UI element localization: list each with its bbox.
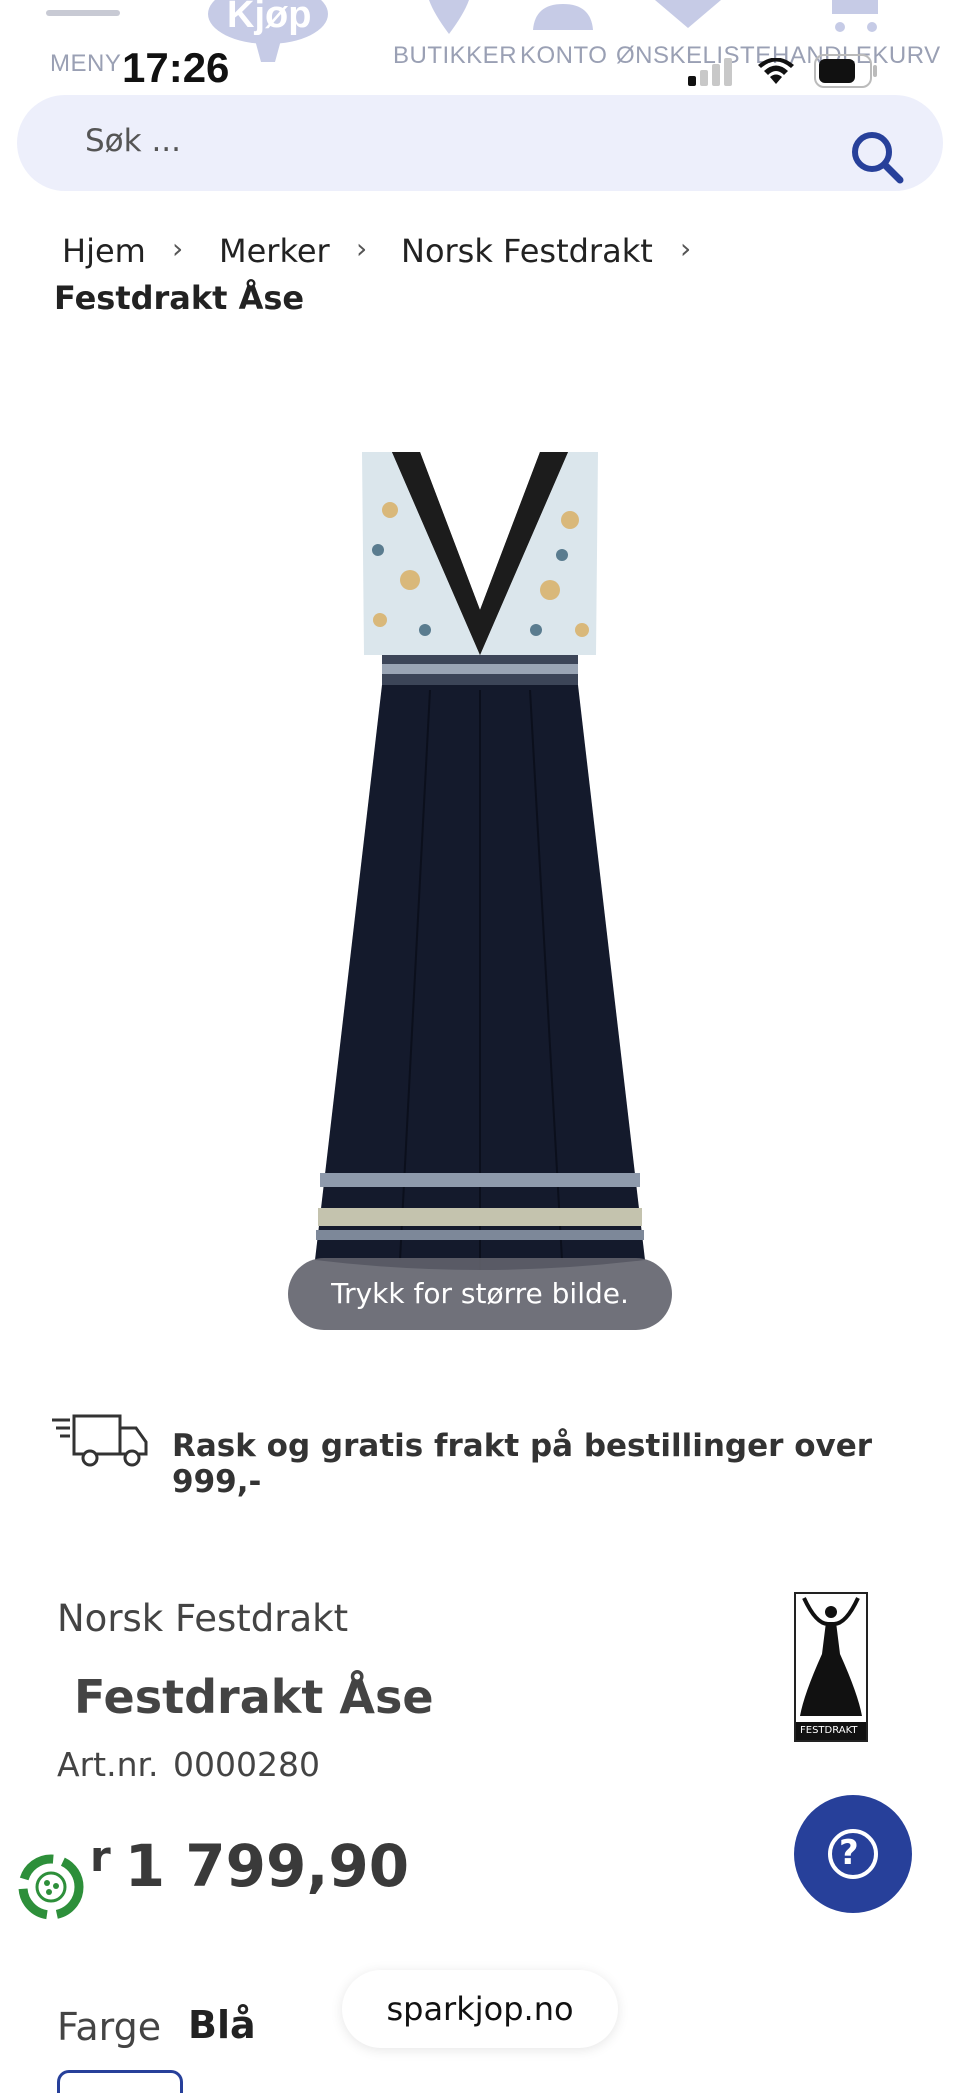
- breadcrumb-chevron-icon: ›: [356, 232, 368, 265]
- breadcrumb-norsk-festdrakt[interactable]: Norsk Festdrakt: [401, 232, 653, 270]
- search-input[interactable]: Søk ...: [85, 123, 181, 159]
- delivery-truck-icon: [52, 1414, 148, 1467]
- browser-url-pill[interactable]: sparkjop.no: [342, 1970, 618, 2048]
- help-symbol: ?: [839, 1833, 859, 1873]
- nav-konto[interactable]: KONTO: [520, 42, 607, 70]
- product-price: r 1 799,90: [90, 1832, 409, 1900]
- color-label: Farge: [57, 2005, 162, 2049]
- product-title: Festdrakt Åse: [74, 1670, 434, 1724]
- search-bar[interactable]: Søk ...: [17, 95, 943, 191]
- nav-butikker[interactable]: BUTIKKER: [393, 42, 517, 70]
- article-number-label: Art.nr.: [57, 1745, 159, 1784]
- heart-icon[interactable]: [655, 0, 721, 28]
- breadcrumb-chevron-icon: ›: [172, 232, 184, 265]
- recycle-icon[interactable]: [16, 1852, 86, 1922]
- battery-icon: [814, 54, 877, 88]
- price-prefix: r: [90, 1832, 111, 1881]
- menu-label[interactable]: MENY: [50, 50, 121, 78]
- wifi-icon: [758, 58, 794, 84]
- cart-icon[interactable]: [826, 0, 886, 32]
- breadcrumb-merker[interactable]: Merker: [219, 232, 330, 270]
- brand-logo[interactable]: FESTDRAKT: [794, 1592, 868, 1742]
- cellular-signal-icon: [688, 58, 732, 86]
- site-logo-text: Kjøp: [227, 0, 312, 36]
- price-value: 1 799,90: [124, 1832, 410, 1900]
- image-zoom-hint[interactable]: Trykk for større bilde.: [288, 1258, 672, 1330]
- color-value: Blå: [188, 2003, 256, 2047]
- breadcrumb-home[interactable]: Hjem: [62, 232, 146, 270]
- map-pin-icon[interactable]: [424, 0, 474, 34]
- shipping-text: Rask og gratis frakt på bestillinger ove…: [172, 1428, 873, 1500]
- status-time: 17:26: [122, 44, 230, 91]
- article-number: 0000280: [173, 1745, 320, 1784]
- user-icon[interactable]: [533, 0, 593, 30]
- product-image[interactable]: [300, 440, 660, 1340]
- color-swatch[interactable]: [57, 2070, 183, 2093]
- help-button[interactable]: ?: [794, 1795, 912, 1913]
- menu-icon[interactable]: [46, 10, 120, 16]
- brand-logo-text: FESTDRAKT: [800, 1725, 858, 1736]
- product-brand[interactable]: Norsk Festdrakt: [57, 1597, 348, 1640]
- breadcrumb-chevron-icon: ›: [680, 232, 692, 265]
- breadcrumb-current: Festdrakt Åse: [54, 279, 305, 317]
- search-icon[interactable]: [850, 130, 904, 184]
